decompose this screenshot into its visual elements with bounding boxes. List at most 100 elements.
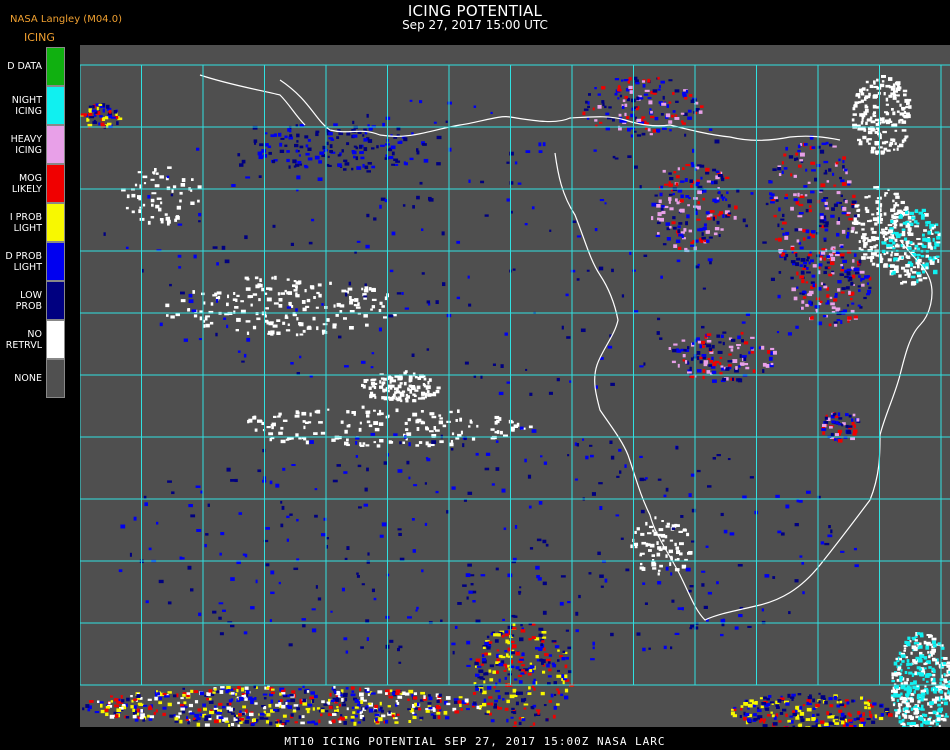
icing-pixel [881, 228, 885, 231]
icing-pixel [665, 487, 669, 492]
icing-pixel [679, 199, 684, 203]
icing-pixel [790, 246, 795, 251]
icing-pixel [668, 200, 671, 204]
icing-pixel [799, 712, 805, 716]
icing-pixel [768, 695, 772, 698]
icing-pixel [841, 287, 846, 291]
icing-pixel [245, 320, 251, 323]
icing-pixel [903, 110, 907, 115]
icing-pixel [435, 300, 439, 305]
icing-pixel [782, 221, 787, 225]
icing-pixel [576, 278, 580, 281]
icing-pixel [839, 273, 844, 276]
icing-pixel [292, 284, 296, 288]
icing-pixel [312, 316, 316, 321]
icing-pixel [298, 322, 302, 326]
icing-pixel [681, 339, 686, 342]
icing-pixel [478, 669, 483, 673]
icing-pixel [770, 201, 775, 204]
icing-pixel [825, 302, 830, 305]
icing-pixel [363, 138, 368, 142]
icing-pixel [469, 419, 472, 424]
icing-pixel [516, 691, 520, 696]
icing-pixel [688, 229, 693, 233]
icing-pixel [320, 713, 323, 717]
icing-pixel [198, 338, 202, 341]
icing-pixel [597, 93, 601, 96]
icing-pixel [906, 269, 910, 274]
icing-pixel [880, 151, 885, 155]
icing-pixel [381, 714, 386, 718]
icing-pixel [854, 231, 858, 234]
icing-pixel [271, 425, 274, 430]
icing-pixel [916, 253, 921, 256]
icing-pixel [794, 523, 799, 527]
icing-pixel [105, 705, 110, 709]
icing-pixel [363, 314, 368, 318]
icing-pixel [472, 692, 477, 695]
icing-pixel [317, 177, 323, 182]
icing-pixel [829, 426, 833, 429]
icing-pixel [338, 703, 341, 707]
icing-pixel [381, 522, 387, 527]
icing-pixel [388, 314, 394, 318]
icing-pixel [933, 270, 938, 275]
icing-pixel [745, 712, 750, 717]
icing-pixel [276, 331, 281, 336]
icing-pixel [286, 306, 292, 309]
icing-pixel [198, 220, 201, 223]
icing-pixel [641, 541, 647, 545]
icing-pixel [268, 321, 274, 326]
icing-pixel [785, 193, 788, 197]
icing-pixel [748, 351, 751, 355]
icing-pixel [512, 623, 516, 627]
icing-pixel [574, 478, 578, 481]
icing-pixel [696, 337, 700, 341]
icing-pixel [497, 695, 501, 700]
legend-label-line: D PROB [5, 250, 42, 262]
icing-pixel [737, 335, 741, 340]
icing-pixel [438, 693, 442, 697]
icing-pixel [542, 610, 547, 615]
icing-pixel [870, 128, 875, 132]
icing-pixel [344, 697, 348, 702]
icing-pixel [484, 214, 489, 217]
icing-pixel [162, 693, 167, 696]
icing-pixel [531, 206, 535, 210]
icing-pixel [891, 676, 894, 680]
icing-pixel [671, 527, 676, 530]
icing-pixel [420, 691, 426, 695]
icing-pixel [495, 567, 499, 571]
icing-pixel [278, 581, 281, 585]
icing-pixel [374, 717, 378, 722]
icing-pixel [836, 701, 839, 704]
icing-pixel [199, 316, 203, 321]
icing-pixel [874, 131, 879, 134]
icing-pixel [876, 78, 879, 82]
icing-pixel [942, 662, 947, 665]
icing-pixel [420, 420, 424, 425]
icing-pixel [807, 702, 812, 706]
icing-pixel [769, 192, 773, 196]
icing-pixel [872, 702, 877, 706]
icing-pixel [808, 209, 812, 213]
icing-pixel [829, 261, 833, 265]
icing-pixel [856, 717, 860, 721]
icing-pixel [903, 647, 907, 650]
icing-pixel [811, 169, 816, 172]
icing-pixel [944, 695, 950, 700]
icing-pixel [620, 537, 624, 540]
icing-pixel [744, 363, 749, 366]
icing-pixel [365, 323, 369, 327]
icing-pixel [634, 545, 638, 549]
icing-pixel [847, 320, 850, 323]
icing-pixel [890, 253, 893, 257]
icing-pixel [630, 134, 634, 138]
icing-pixel [230, 692, 235, 695]
icing-pixel [831, 420, 836, 424]
icing-pixel [671, 114, 674, 118]
icing-pixel [363, 297, 367, 300]
icing-pixel [664, 183, 669, 186]
icing-pixel [147, 714, 150, 718]
icing-pixel [280, 439, 286, 444]
